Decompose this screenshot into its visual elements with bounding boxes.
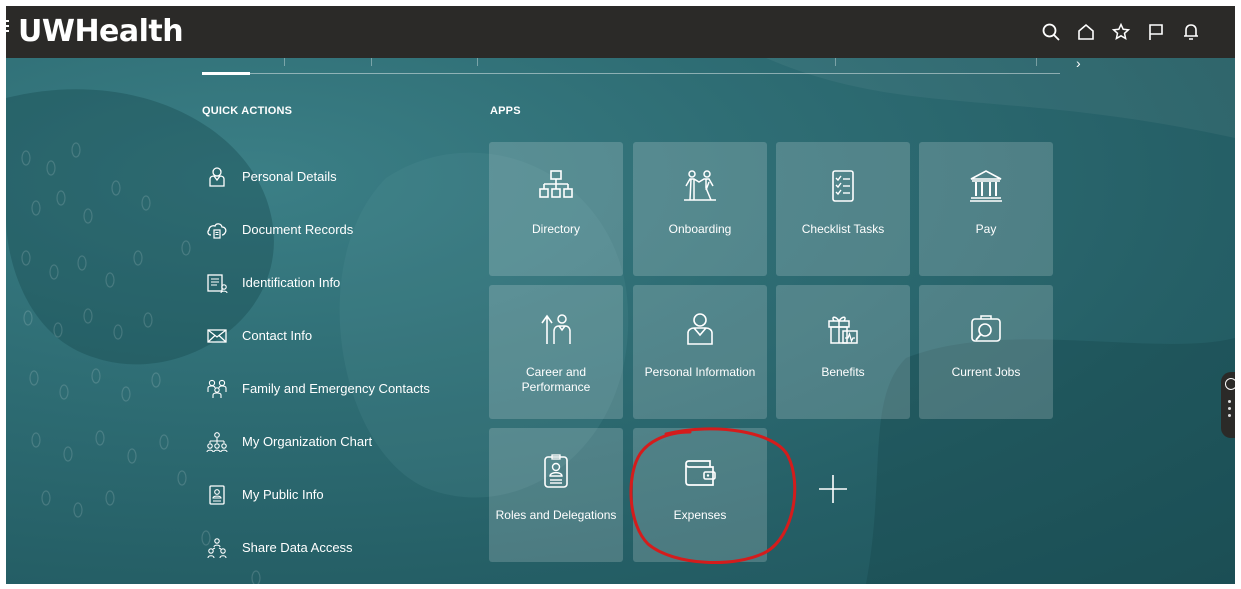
app-tile-current-jobs[interactable]: Current Jobs bbox=[919, 285, 1053, 419]
tab-divider bbox=[1036, 58, 1037, 66]
app-tile-pay[interactable]: Pay bbox=[919, 142, 1053, 276]
active-tab-indicator[interactable] bbox=[202, 72, 250, 75]
quick-action-label: Document Records bbox=[242, 222, 354, 237]
side-panel-handle[interactable] bbox=[1221, 372, 1235, 438]
quick-action-org-chart[interactable]: My Organization Chart bbox=[206, 415, 430, 468]
app-tile-label: Checklist Tasks bbox=[801, 222, 885, 236]
gift-icon bbox=[825, 311, 861, 347]
quick-actions-list: Personal Details Document Records Identi… bbox=[206, 150, 430, 574]
help-icon[interactable] bbox=[1225, 378, 1235, 390]
share-people-icon bbox=[206, 537, 228, 559]
apps-title: APPS bbox=[490, 105, 521, 117]
app-tile-label: Expenses bbox=[673, 508, 727, 522]
star-icon[interactable] bbox=[1111, 22, 1131, 42]
quick-action-share-data-access[interactable]: Share Data Access bbox=[206, 521, 430, 574]
quick-action-label: Contact Info bbox=[242, 328, 313, 343]
org-chart-icon bbox=[206, 431, 228, 453]
person-icon bbox=[682, 311, 718, 347]
quick-action-label: Personal Details bbox=[242, 169, 337, 184]
search-icon[interactable] bbox=[1041, 22, 1061, 42]
person-icon bbox=[206, 166, 228, 188]
bell-icon[interactable] bbox=[1181, 22, 1201, 42]
quick-action-label: Share Data Access bbox=[242, 540, 353, 555]
id-card-icon bbox=[206, 272, 228, 294]
app-tile-label: Current Jobs bbox=[951, 365, 1021, 379]
quick-action-public-info[interactable]: My Public Info bbox=[206, 468, 430, 521]
wallet-icon bbox=[682, 454, 718, 490]
app-frame: UWHealth › QUICK ACTIONS Personal Detail… bbox=[6, 6, 1235, 584]
app-tile-benefits[interactable]: Benefits bbox=[776, 285, 910, 419]
app-tile-label: Onboarding bbox=[668, 222, 732, 236]
app-tile-label: Directory bbox=[531, 222, 580, 236]
app-tile-label: Roles and Delegations bbox=[495, 508, 617, 522]
header-actions bbox=[1041, 22, 1201, 42]
app-tile-career-performance[interactable]: Career and Performance bbox=[489, 285, 623, 419]
onboarding-icon bbox=[682, 168, 718, 204]
tab-divider bbox=[477, 58, 478, 66]
quick-action-label: Family and Emergency Contacts bbox=[242, 381, 430, 396]
app-tile-checklist-tasks[interactable]: Checklist Tasks bbox=[776, 142, 910, 276]
quick-actions-title: QUICK ACTIONS bbox=[202, 105, 293, 117]
quick-action-personal-details[interactable]: Personal Details bbox=[206, 150, 430, 203]
brand-logo[interactable]: UWHealth bbox=[18, 14, 184, 49]
home-icon[interactable] bbox=[1076, 22, 1096, 42]
tab-divider bbox=[284, 58, 285, 66]
flag-icon[interactable] bbox=[1146, 22, 1166, 42]
envelope-icon bbox=[206, 325, 228, 347]
app-tile-expenses[interactable]: Expenses bbox=[633, 428, 767, 562]
top-header: UWHealth bbox=[6, 6, 1235, 58]
app-tile-roles-delegations[interactable]: Roles and Delegations bbox=[489, 428, 623, 562]
app-tile-directory[interactable]: Directory bbox=[489, 142, 623, 276]
quick-action-identification-info[interactable]: Identification Info bbox=[206, 256, 430, 309]
briefcase-search-icon bbox=[968, 311, 1004, 347]
checklist-icon bbox=[825, 168, 861, 204]
quick-action-family-emergency[interactable]: Family and Emergency Contacts bbox=[206, 362, 430, 415]
career-icon bbox=[538, 311, 574, 347]
tab-strip-line bbox=[202, 73, 1060, 74]
app-tile-onboarding[interactable]: Onboarding bbox=[633, 142, 767, 276]
badge-icon bbox=[206, 484, 228, 506]
quick-action-label: My Organization Chart bbox=[242, 434, 373, 449]
directory-icon bbox=[538, 168, 574, 204]
menu-icon[interactable] bbox=[6, 17, 16, 33]
app-tile-label: Pay bbox=[975, 222, 997, 236]
badge-icon bbox=[538, 454, 574, 490]
quick-action-contact-info[interactable]: Contact Info bbox=[206, 309, 430, 362]
app-tile-label: Career and Performance bbox=[521, 365, 591, 394]
quick-action-label: My Public Info bbox=[242, 487, 324, 502]
cloud-document-icon bbox=[206, 219, 228, 241]
app-tile-personal-information[interactable]: Personal Information bbox=[633, 285, 767, 419]
tab-divider bbox=[371, 58, 372, 66]
bank-icon bbox=[968, 168, 1004, 204]
chevron-right-icon[interactable]: › bbox=[1076, 55, 1081, 71]
add-app-plus-icon[interactable] bbox=[818, 474, 848, 504]
app-tile-label: Personal Information bbox=[644, 365, 756, 379]
tab-divider bbox=[835, 58, 836, 66]
quick-action-document-records[interactable]: Document Records bbox=[206, 203, 430, 256]
drag-handle-icon[interactable] bbox=[1228, 400, 1231, 421]
app-tile-label: Benefits bbox=[821, 365, 865, 379]
family-icon bbox=[206, 378, 228, 400]
quick-action-label: Identification Info bbox=[242, 275, 341, 290]
